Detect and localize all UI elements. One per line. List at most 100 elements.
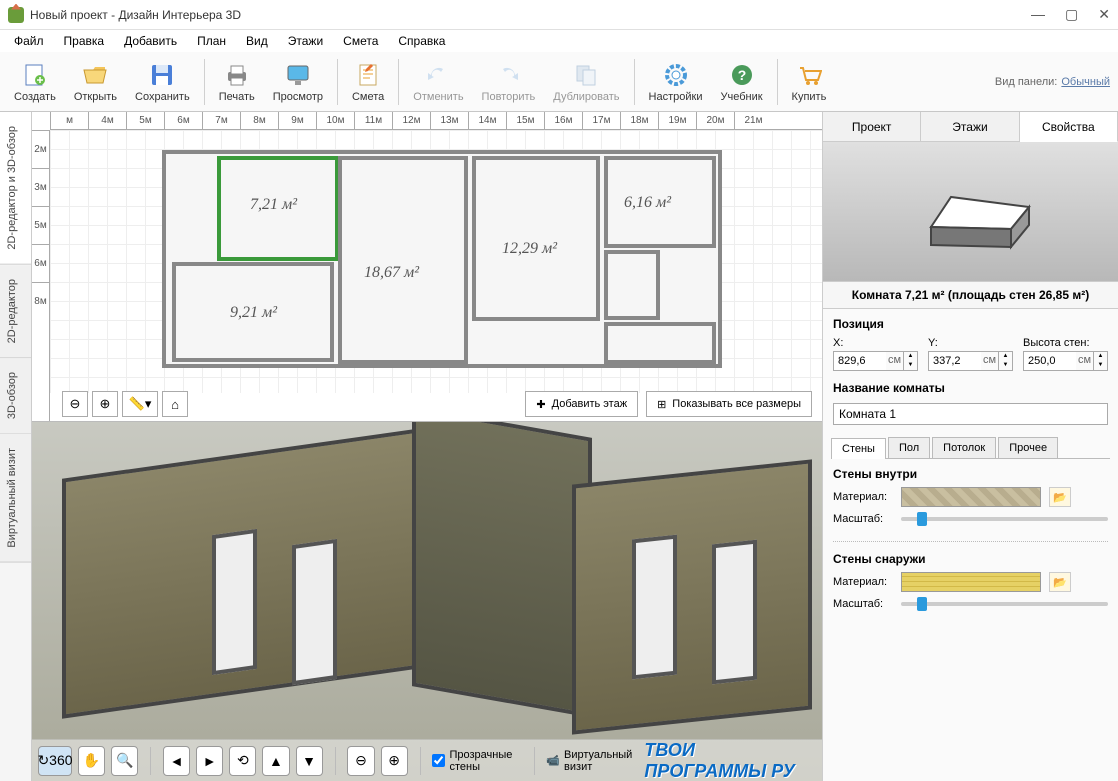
vtab-2d-3d[interactable]: 2D-редактор и 3D-обзор	[0, 112, 31, 265]
walls-inside-header: Стены внутри	[833, 467, 1108, 481]
cart-icon	[795, 61, 823, 89]
copy-icon	[572, 61, 600, 89]
measure-button[interactable]: 📏▾	[122, 391, 158, 417]
pos-y-input[interactable]: см▲▼	[928, 351, 1013, 371]
print-button[interactable]: Печать	[213, 59, 261, 105]
subtab-walls[interactable]: Стены	[831, 438, 886, 459]
wall-height-input[interactable]: см▲▼	[1023, 351, 1108, 371]
printer-icon	[223, 61, 251, 89]
room-area-label: 9,21 м²	[230, 304, 277, 322]
plan-2d-view[interactable]: м4м5м6м7м8м9м10м11м12м13м14м15м16м17м18м…	[32, 112, 822, 422]
room-summary: Комната 7,21 м² (площадь стен 26,85 м²)	[823, 282, 1118, 309]
room-area-label: 18,67 м²	[364, 264, 419, 282]
menu-plan[interactable]: План	[189, 32, 234, 50]
room-area-label: 12,29 м²	[502, 240, 557, 258]
estimate-button[interactable]: Смета	[346, 59, 390, 105]
tab-floors[interactable]: Этажи	[921, 112, 1019, 141]
zoom-out-button[interactable]: ⊖	[62, 391, 88, 417]
browse-material-button[interactable]: 📂	[1049, 572, 1071, 592]
inside-scale-slider[interactable]	[901, 517, 1108, 521]
outside-scale-slider[interactable]	[901, 602, 1108, 606]
zoom-out-3d-button[interactable]: ⊖	[347, 746, 374, 776]
menu-edit[interactable]: Правка	[56, 32, 113, 50]
transparent-walls-toggle[interactable]: Прозрачные стены	[432, 749, 521, 773]
zoom-in-button[interactable]: ⊕	[92, 391, 118, 417]
room[interactable]	[338, 156, 468, 364]
main-toolbar: Создать Открыть Сохранить Печать Просмот…	[0, 52, 1118, 112]
preview-button[interactable]: Просмотр	[267, 59, 329, 105]
add-floor-button[interactable]: ✚ Добавить этаж	[525, 391, 638, 417]
show-dims-button[interactable]: ⊞ Показывать все размеры	[646, 391, 812, 417]
nav-up-button[interactable]: ▲	[262, 746, 289, 776]
gear-icon	[662, 61, 690, 89]
close-button[interactable]: ✕	[1098, 6, 1110, 23]
undo-button[interactable]: Отменить	[407, 59, 469, 105]
zoom-in-3d-button[interactable]: ⊕	[381, 746, 408, 776]
browse-material-button[interactable]: 📂	[1049, 487, 1071, 507]
vtab-virtual[interactable]: Виртуальный визит	[0, 434, 31, 563]
subtab-ceiling[interactable]: Потолок	[932, 437, 996, 458]
save-button[interactable]: Сохранить	[129, 59, 196, 105]
open-button[interactable]: Открыть	[68, 59, 123, 105]
vtab-2d[interactable]: 2D-редактор	[0, 265, 31, 358]
subtab-other[interactable]: Прочее	[998, 437, 1058, 458]
pan-button[interactable]: ✋	[78, 746, 105, 776]
home-button[interactable]: ⌂	[162, 391, 188, 417]
left-tabs: 2D-редактор и 3D-обзор 2D-редактор 3D-об…	[0, 112, 32, 781]
walls-outside-header: Стены снаружи	[833, 552, 1108, 566]
redo-button[interactable]: Повторить	[476, 59, 542, 105]
tutorial-button[interactable]: ?Учебник	[714, 59, 768, 105]
room[interactable]	[604, 322, 716, 364]
nav-down-button[interactable]: ▼	[296, 746, 323, 776]
panel-mode-label: Вид панели:Обычный	[995, 76, 1110, 88]
menu-bar: Файл Правка Добавить План Вид Этажи Смет…	[0, 30, 1118, 52]
material-outside-swatch[interactable]	[901, 572, 1041, 592]
zoom-button[interactable]: 🔍	[111, 746, 138, 776]
menu-estimate[interactable]: Смета	[335, 32, 386, 50]
plan-tools: ⊖ ⊕ 📏▾ ⌂	[62, 391, 188, 417]
menu-view[interactable]: Вид	[238, 32, 276, 50]
room[interactable]	[604, 250, 660, 320]
panel-mode-link[interactable]: Обычный	[1057, 76, 1110, 88]
app-icon	[8, 7, 24, 23]
menu-file[interactable]: Файл	[6, 32, 52, 50]
buy-button[interactable]: Купить	[786, 59, 833, 105]
save-icon	[148, 61, 176, 89]
vtab-3d[interactable]: 3D-обзор	[0, 358, 31, 434]
svg-text:?: ?	[737, 67, 746, 83]
menu-floors[interactable]: Этажи	[280, 32, 331, 50]
folder-open-icon	[81, 61, 109, 89]
window-controls: — ▢ ✕	[1031, 6, 1110, 23]
duplicate-button[interactable]: Дублировать	[547, 59, 625, 105]
subtab-floor[interactable]: Пол	[888, 437, 930, 458]
create-button[interactable]: Создать	[8, 59, 62, 105]
pos-x-input[interactable]: см▲▼	[833, 351, 918, 371]
room-name-input[interactable]	[833, 403, 1108, 425]
material-inside-swatch[interactable]	[901, 487, 1041, 507]
room-name-header: Название комнаты	[833, 381, 1108, 395]
watermark: ТВОИ ПРОГРАММЫ РУ	[644, 740, 816, 781]
settings-button[interactable]: Настройки	[643, 59, 709, 105]
nav-left-button[interactable]: ◄	[163, 746, 190, 776]
ruler-horizontal: м4м5м6м7м8м9м10м11м12м13м14м15м16м17м18м…	[50, 112, 822, 130]
nav-orbit-button[interactable]: ⟲	[229, 746, 256, 776]
file-new-icon	[21, 61, 49, 89]
room[interactable]	[472, 156, 600, 321]
orbit-button[interactable]: ↻360	[38, 746, 72, 776]
maximize-button[interactable]: ▢	[1065, 6, 1078, 23]
clipboard-icon	[354, 61, 382, 89]
view-3d-toolbar: ↻360 ✋ 🔍 ◄ ► ⟲ ▲ ▼ ⊖ ⊕ Прозрачные стены …	[32, 739, 822, 781]
minimize-button[interactable]: —	[1031, 6, 1045, 23]
room-area-label: 7,21 м²	[250, 196, 297, 214]
plan-3d-view[interactable]: ↻360 ✋ 🔍 ◄ ► ⟲ ▲ ▼ ⊖ ⊕ Прозрачные стены …	[32, 422, 822, 781]
virtual-visit-button[interactable]: 📹 Виртуальный визит	[546, 749, 638, 773]
tab-project[interactable]: Проект	[823, 112, 921, 141]
properties-panel: Проект Этажи Свойства Комната 7,21 м² (п…	[822, 112, 1118, 781]
tab-properties[interactable]: Свойства	[1020, 112, 1118, 142]
titlebar: Новый проект - Дизайн Интерьера 3D — ▢ ✕	[0, 0, 1118, 30]
ruler-vertical: 2м3м5м6м8м	[32, 130, 50, 421]
nav-right-button[interactable]: ►	[196, 746, 223, 776]
menu-help[interactable]: Справка	[390, 32, 453, 50]
menu-add[interactable]: Добавить	[116, 32, 185, 50]
position-header: Позиция	[833, 317, 1108, 331]
